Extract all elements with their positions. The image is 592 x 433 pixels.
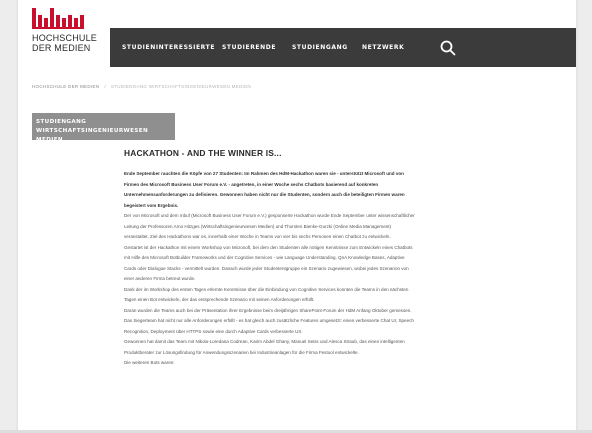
body-line: einer anderen Firma betreut wurde.: [124, 276, 196, 281]
body-line: Der von Microsoft und dem mbuf (Microsof…: [124, 213, 415, 218]
site-header: HOCHSCHULE DER MEDIEN STUDIENINTERESSIER…: [18, 0, 576, 68]
body-line: Dank der im Workshop des ersten Tages er…: [124, 286, 409, 292]
main-navigation: STUDIENINTERESSIERTE STUDIERENDE STUDIEN…: [110, 28, 576, 67]
sidebar-section-box[interactable]: STUDIENGANG WIRTSCHAFTSINGENIEURWESEN ME…: [32, 113, 175, 143]
breadcrumb: HOCHSCHULE DER MEDIEN / STUDIENGANG WIRTSC…: [32, 84, 251, 89]
body-line: Gestartet ist der Hackathon mit einem Wo…: [124, 244, 413, 250]
breadcrumb-separator: /: [104, 84, 106, 89]
nav-item-studieninteressierte[interactable]: STUDIENINTERESSIERTE: [122, 28, 215, 67]
nav-item-studiengang[interactable]: STUDIENGANG: [292, 28, 348, 67]
logo-text: HOCHSCHULE DER MEDIEN: [32, 33, 97, 53]
body-line: veranstaltet. Ziel des Hackathons war es…: [124, 234, 391, 239]
breadcrumb-home-link[interactable]: HOCHSCHULE DER MEDIEN: [32, 84, 99, 89]
logo-line-2: DER MEDIEN: [32, 43, 91, 53]
body-line: Tagen einen Bot entwickeln, der das ents…: [124, 297, 315, 302]
article-body: Der von Microsoft und dem mbuf (Microsof…: [124, 211, 564, 369]
logo-line-1: HOCHSCHULE: [32, 33, 98, 43]
sidebar-section-label: STUDIENGANG WIRTSCHAFTSINGENIEURWESEN ME…: [36, 119, 149, 143]
page: HOCHSCHULE DER MEDIEN STUDIENINTERESSIER…: [18, 0, 576, 433]
body-line: Recognition, Deployment über HTTPS sowie…: [124, 328, 303, 334]
logo-mark-icon: [32, 8, 84, 29]
body-line: Produktberater zur Lösungsfindung für An…: [124, 349, 359, 355]
body-line: Die weiteren Bots waren:: [124, 360, 175, 365]
lead-line: Firmen des Microsoft Business User Forum…: [124, 181, 379, 187]
body-line: Leitung der Professoren Arno Hitzges (Wi…: [124, 223, 392, 229]
nav-item-netzwerk[interactable]: NETZWERK: [362, 28, 404, 67]
breadcrumb-current: STUDIENGANG WIRTSCHAFTSINGENIEURWESEN ME…: [110, 84, 251, 89]
body-line: Cards oder Dialogue Stacks - vermittelt …: [124, 265, 409, 271]
body-line: Gewonnen hat damit das Team mit Nikola-L…: [124, 339, 405, 344]
article-lead: Ende September rauchten die Köpfe von 27…: [124, 169, 564, 211]
lead-line: Ende September rauchten die Köpfe von 27…: [124, 171, 404, 176]
article-title: HACKATHON - AND THE WINNER IS...: [124, 148, 282, 158]
body-line: Daran wurden die Teams auch bei der Präs…: [124, 307, 412, 313]
article: HACKATHON - AND THE WINNER IS... Ende Se…: [124, 148, 564, 369]
search-icon[interactable]: [440, 40, 456, 56]
hdm-logo[interactable]: HOCHSCHULE DER MEDIEN: [32, 8, 112, 64]
body-line: mit Hilfe des Microsoft Botbuilder Frame…: [124, 255, 405, 260]
body-line: Das Siegerteam hat nicht nur alle Anford…: [124, 318, 414, 323]
lead-line: Unternehmensanforderungen zu definieren.…: [124, 192, 405, 197]
lead-line: begeistert vom Ergebnis.: [124, 202, 179, 208]
nav-item-studierende[interactable]: STUDIERENDE: [222, 28, 276, 67]
